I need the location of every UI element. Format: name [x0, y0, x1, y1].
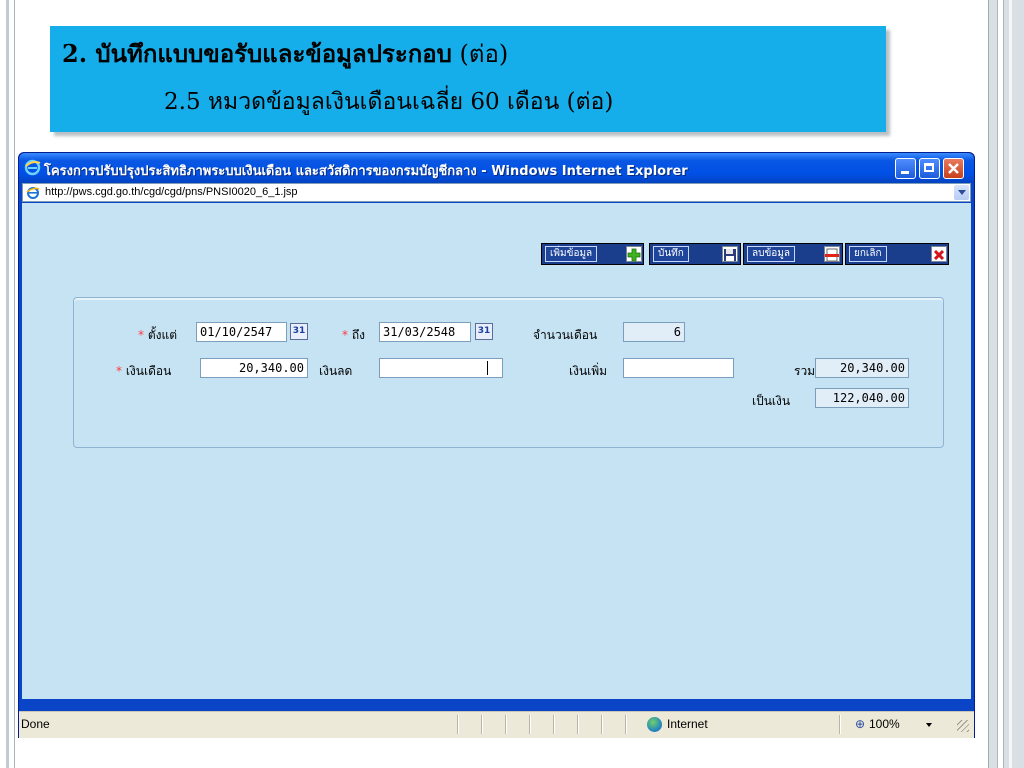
close-icon	[948, 163, 959, 174]
close-button[interactable]	[943, 158, 964, 179]
floppy-disk-icon	[722, 246, 738, 262]
to-date-calendar-icon[interactable]: 31	[475, 323, 493, 340]
status-separator	[481, 715, 483, 734]
months-field: 6	[623, 322, 685, 342]
status-separator	[553, 715, 555, 734]
delete-record-button[interactable]: ลบข้อมูล	[743, 243, 843, 265]
save-button[interactable]: บันทึก	[649, 243, 741, 265]
page-content: เพิ่มข้อมูล บันทึก ลบข้อมูล ยกเลิก * ตั้…	[22, 203, 971, 699]
delete-record-icon	[824, 246, 840, 262]
internet-zone-icon	[647, 717, 662, 732]
cancel-label: ยกเลิก	[849, 246, 887, 262]
status-separator	[625, 715, 627, 734]
reduce-label: เงินลด	[319, 364, 353, 378]
maximize-button[interactable]	[919, 158, 940, 179]
salary-form-panel: * ตั้งแต่ 01/10/2547 31 * ถึง 31/03/2548…	[73, 297, 944, 448]
status-separator	[601, 715, 603, 734]
status-separator	[577, 715, 579, 734]
text-cursor	[487, 361, 488, 375]
security-zone[interactable]: Internet	[667, 717, 708, 731]
amount-label: เป็นเงิน	[752, 394, 791, 408]
window-titlebar[interactable]: โครงการปรับปรุงประสิทธิภาพระบบเงินเดือน …	[19, 153, 974, 183]
window-title: โครงการปรับปรุงประสิทธิภาพระบบเงินเดือน …	[44, 164, 688, 179]
zoom-dropdown-icon[interactable]	[926, 723, 932, 727]
from-date-calendar-icon[interactable]: 31	[290, 323, 308, 340]
total-label: รวม	[794, 364, 816, 378]
delete-record-label: ลบข้อมูล	[747, 246, 796, 262]
status-separator	[529, 715, 531, 734]
slide-title: 2. บันทึกแบบขอรับและข้อมูลประกอบ (ต่อ)	[62, 39, 509, 68]
to-date-input[interactable]: 31/03/2548	[379, 322, 471, 342]
slide-title-box: 2. บันทึกแบบขอรับและข้อมูลประกอบ (ต่อ) 2…	[50, 26, 886, 132]
months-label: จำนวนเดือน	[533, 328, 598, 342]
from-date-input[interactable]: 01/10/2547	[196, 322, 287, 342]
minimize-button[interactable]	[895, 158, 916, 179]
zoom-level[interactable]: 100%	[869, 717, 900, 731]
save-label: บันทึก	[653, 246, 689, 262]
page-icon	[26, 187, 40, 199]
status-bar: Done Internet ⊕ 100%	[19, 711, 974, 738]
add-record-label: เพิ่มข้อมูล	[545, 246, 598, 262]
address-text: http://pws.cgd.go.th/cgd/cgd/pns/PNSI002…	[45, 186, 298, 198]
salary-input[interactable]: 20,340.00	[200, 358, 308, 378]
address-bar[interactable]: http://pws.cgd.go.th/cgd/cgd/pns/PNSI002…	[22, 183, 971, 202]
status-separator	[839, 715, 841, 734]
cancel-button[interactable]: ยกเลิก	[845, 243, 949, 265]
browser-window: โครงการปรับปรุงประสิทธิภาพระบบเงินเดือน …	[18, 152, 975, 738]
salary-label: * เงินเดือน	[116, 364, 172, 378]
maximize-icon	[924, 163, 934, 172]
add-record-button[interactable]: เพิ่มข้อมูล	[541, 243, 644, 265]
to-date-label: * ถึง	[342, 328, 365, 342]
status-separator	[457, 715, 459, 734]
status-separator	[505, 715, 507, 734]
slide-right-rail	[988, 0, 1024, 768]
total-field: 20,340.00	[815, 358, 909, 378]
ie-logo-icon	[24, 159, 41, 176]
reduce-input[interactable]	[379, 358, 503, 378]
increase-label: เงินเพิ่ม	[569, 364, 608, 378]
cancel-icon	[931, 246, 947, 262]
slide-subtitle: 2.5 หมวดข้อมูลเงินเดือนเฉลี่ย 60 เดือน (…	[164, 89, 614, 115]
minimize-icon	[901, 171, 909, 174]
status-text: Done	[21, 717, 50, 731]
slide-left-rail	[0, 0, 15, 768]
address-dropdown-icon[interactable]	[954, 185, 969, 200]
from-date-label: * ตั้งแต่	[138, 328, 178, 342]
add-icon	[626, 246, 642, 262]
increase-input[interactable]	[623, 358, 734, 378]
zoom-icon[interactable]: ⊕	[855, 717, 865, 731]
resize-grip-icon[interactable]	[957, 720, 969, 732]
amount-field: 122,040.00	[815, 388, 909, 408]
